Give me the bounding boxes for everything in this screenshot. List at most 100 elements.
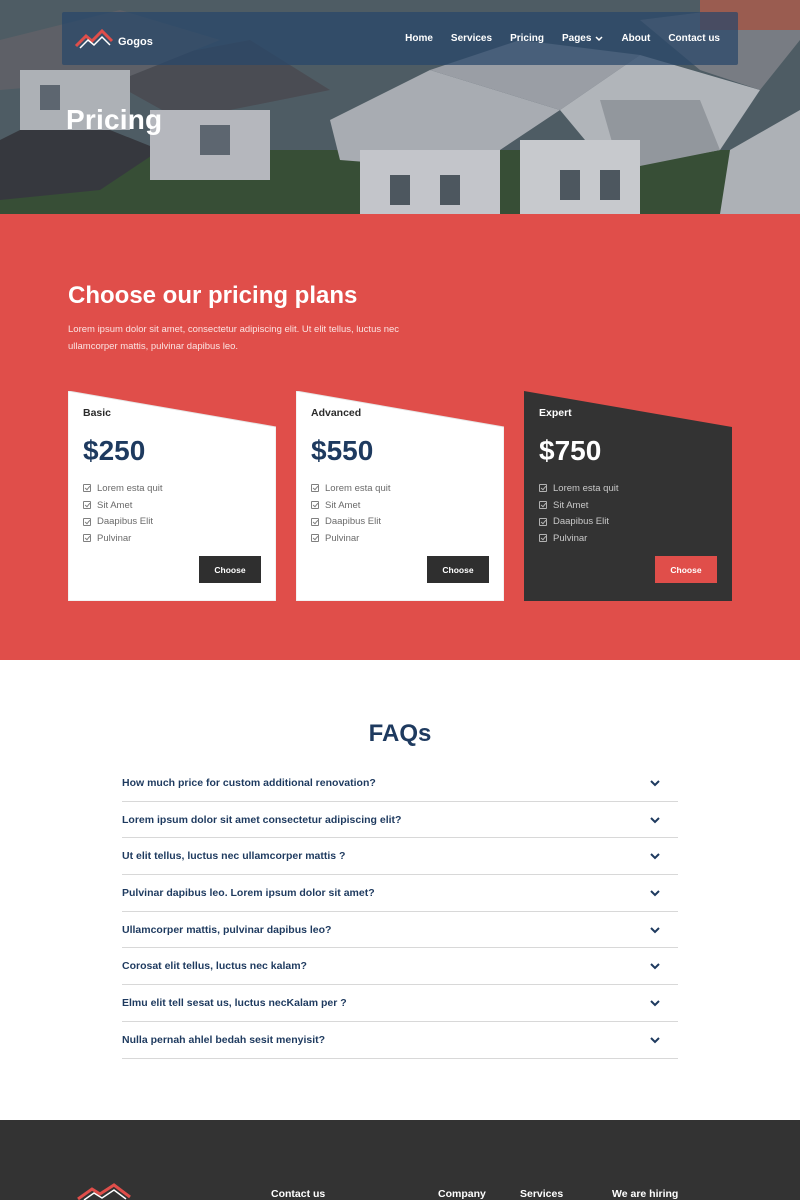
plan-name: Expert — [539, 407, 572, 419]
check-icon — [83, 534, 91, 543]
feature-label: Pulvinar — [553, 532, 588, 544]
pricing-section: Choose our pricing plans Lorem ipsum dol… — [0, 214, 800, 660]
list-item: Lorem esta quit — [311, 480, 390, 497]
faq-item[interactable]: Elmu elit tell sesat us, luctus necKalam… — [122, 985, 678, 1022]
check-icon — [311, 534, 319, 543]
choose-expert-button[interactable]: Choose — [655, 556, 717, 583]
choose-basic-button[interactable]: Choose — [199, 556, 261, 583]
faq-item[interactable]: Ut elit tellus, luctus nec ullamcorper m… — [122, 838, 678, 876]
pricing-card-basic: Basic $250 Lorem esta quit Sit Amet Daap… — [68, 391, 276, 601]
pricing-heading: Choose our pricing plans — [68, 282, 358, 309]
list-item: Lorem esta quit — [83, 480, 162, 497]
nav-home[interactable]: Home — [405, 33, 433, 44]
feature-label: Sit Amet — [97, 499, 133, 511]
main-nav: Home Services Pricing Pages About Contac… — [387, 12, 720, 65]
brand-name: Gogos — [118, 36, 153, 48]
pricing-card-expert: Expert $750 Lorem esta quit Sit Amet Daa… — [524, 391, 732, 601]
check-icon — [311, 501, 319, 510]
nav-pages-label: Pages — [561, 33, 592, 44]
nav-contact[interactable]: Contact us — [668, 33, 720, 44]
plan-price: $750 — [539, 435, 602, 466]
list-item: Pulvinar — [539, 530, 618, 547]
brand-logo[interactable]: Gogos — [74, 26, 154, 52]
list-item: Daapibus Elit — [311, 513, 390, 530]
pricing-description: Lorem ipsum dolor sit amet, consectetur … — [68, 324, 400, 352]
footer-heading-company: Company — [438, 1188, 486, 1200]
chevron-down-icon — [650, 926, 660, 934]
nav-services[interactable]: Services — [451, 33, 492, 44]
plan-price: $550 — [311, 435, 374, 466]
chevron-down-icon — [650, 853, 660, 860]
faq-item[interactable]: How much price for custom additional ren… — [122, 765, 678, 802]
chevron-down-icon — [650, 1000, 660, 1007]
nav-about[interactable]: About — [621, 33, 650, 44]
faq-item[interactable]: Ullamcorper mattis, pulvinar dapibus leo… — [122, 912, 678, 949]
pricing-card-advanced: Advanced $550 Lorem esta quit Sit Amet D… — [296, 391, 504, 601]
check-icon — [311, 484, 319, 493]
list-item: Sit Amet — [539, 497, 618, 514]
footer-heading-services: Services — [520, 1188, 564, 1200]
feature-label: Lorem esta quit — [97, 482, 163, 494]
list-item: Daapibus Elit — [539, 513, 618, 530]
faq-question: Lorem ipsum dolor sit amet consectetur a… — [122, 813, 402, 826]
feature-label: Sit Amet — [325, 499, 361, 511]
feature-label: Daapibus Elit — [553, 516, 609, 528]
faq-item[interactable]: Corosat elit tellus, luctus nec kalam? — [122, 948, 678, 986]
check-icon — [83, 517, 91, 526]
feature-list: Lorem esta quit Sit Amet Daapibus Elit P… — [311, 480, 390, 547]
faq-question: Ut elit tellus, luctus nec ullamcorper m… — [122, 850, 346, 863]
plan-price: $250 — [83, 435, 146, 466]
list-item: Pulvinar — [83, 530, 162, 547]
feature-label: Lorem esta quit — [325, 482, 391, 494]
chevron-down-icon — [650, 780, 660, 787]
check-icon — [539, 517, 547, 526]
footer-heading-hiring: We are hiring — [612, 1188, 679, 1200]
feature-label: Daapibus Elit — [325, 516, 381, 528]
feature-label: Daapibus Elit — [97, 516, 153, 528]
roof-logo-icon — [74, 28, 114, 49]
faq-question: Corosat elit tellus, luctus nec kalam? — [122, 960, 307, 973]
list-item: Sit Amet — [83, 497, 162, 514]
footer-heading-contact: Contact us — [271, 1188, 326, 1200]
faq-question: Elmu elit tell sesat us, luctus necKalam… — [122, 996, 347, 1009]
check-icon — [83, 501, 91, 510]
feature-list: Lorem esta quit Sit Amet Daapibus Elit P… — [539, 480, 618, 547]
nav-pricing[interactable]: Pricing — [510, 33, 544, 44]
page-title: Pricing — [66, 104, 163, 135]
feature-label: Pulvinar — [325, 532, 360, 544]
chevron-down-icon — [650, 963, 660, 970]
plan-name: Advanced — [311, 407, 362, 419]
plan-name: Basic — [83, 407, 112, 419]
top-navbar: Gogos Home Services Pricing Pages About … — [62, 12, 738, 65]
chevron-down-icon — [650, 816, 660, 823]
check-icon — [539, 501, 547, 510]
feature-label: Sit Amet — [553, 499, 589, 511]
choose-advanced-button[interactable]: Choose — [427, 556, 489, 583]
list-item: Daapibus Elit — [83, 513, 162, 530]
check-icon — [539, 534, 547, 543]
faq-question: How much price for custom additional ren… — [122, 776, 376, 789]
chevron-down-icon — [650, 890, 660, 897]
faq-question: Nulla pernah ahlel bedah sesit menyisit? — [122, 1033, 326, 1046]
list-item: Sit Amet — [311, 497, 390, 514]
site-footer: Contact us Company Services We are hirin… — [0, 1120, 800, 1200]
roof-logo-icon[interactable] — [76, 1183, 132, 1200]
list-item: Pulvinar — [311, 530, 390, 547]
faq-question: Ullamcorper mattis, pulvinar dapibus leo… — [122, 923, 332, 936]
nav-pages[interactable]: Pages — [562, 33, 603, 44]
feature-label: Lorem esta quit — [553, 482, 619, 494]
chevron-down-icon — [595, 35, 603, 41]
faq-question: Pulvinar dapibus leo. Lorem ipsum dolor … — [122, 886, 375, 899]
list-item: Lorem esta quit — [539, 480, 618, 497]
hero-banner: Gogos Home Services Pricing Pages About … — [0, 0, 800, 214]
chevron-down-icon — [650, 1036, 660, 1044]
faq-item[interactable]: Nulla pernah ahlel bedah sesit menyisit? — [122, 1022, 678, 1059]
check-icon — [83, 484, 91, 493]
faq-accordion: How much price for custom additional ren… — [122, 765, 678, 1059]
feature-list: Lorem esta quit Sit Amet Daapibus Elit P… — [83, 480, 162, 547]
faq-item[interactable]: Lorem ipsum dolor sit amet consectetur a… — [122, 802, 678, 839]
feature-label: Pulvinar — [97, 532, 132, 544]
faq-item[interactable]: Pulvinar dapibus leo. Lorem ipsum dolor … — [122, 875, 678, 912]
check-icon — [539, 484, 547, 493]
check-icon — [311, 517, 319, 526]
